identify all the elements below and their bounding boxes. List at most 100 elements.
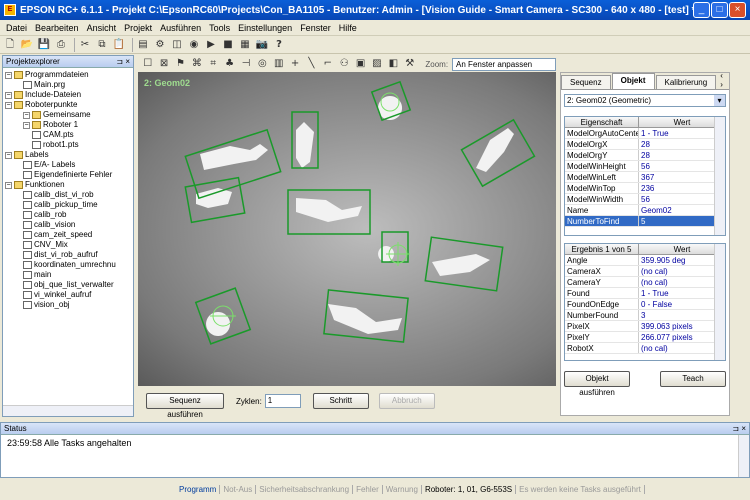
- grid-row[interactable]: CameraY (no cal): [565, 277, 725, 288]
- tree-item[interactable]: Eigendefinierte Fehler: [5, 170, 133, 180]
- blob-icon[interactable]: ♣: [223, 57, 236, 71]
- tree-item[interactable]: − Gemeinsame: [5, 110, 133, 120]
- tree-item[interactable]: obj_que_list_verwalter: [5, 280, 133, 290]
- grid-row[interactable]: ModelOrgX 28: [565, 139, 725, 150]
- explorer-hscrollbar[interactable]: [3, 405, 133, 416]
- tree-item[interactable]: − Labels: [5, 150, 133, 160]
- tree-item[interactable]: koordinaten_umrechnu: [5, 260, 133, 270]
- run-sequence-button[interactable]: Sequenz ausführen: [146, 393, 224, 419]
- tab-2[interactable]: Kalibrierung: [655, 75, 717, 89]
- grid-row[interactable]: CameraX (no cal): [565, 266, 725, 277]
- menu-bearbeiten[interactable]: Bearbeiten: [31, 23, 83, 33]
- open-folder-icon[interactable]: 📂: [20, 38, 34, 52]
- grid-row[interactable]: Found 1 - True: [565, 288, 725, 299]
- ocr-icon[interactable]: ⚇: [338, 57, 351, 71]
- camera-image-view[interactable]: 2: Geom02: [138, 72, 556, 386]
- paste-icon[interactable]: 📋: [112, 38, 126, 52]
- grid-row[interactable]: PixelX 399.063 pixels: [565, 321, 725, 332]
- tree-item[interactable]: E/A- Labels: [5, 160, 133, 170]
- tree-item[interactable]: CAM.pts: [5, 130, 133, 140]
- io-monitor-icon[interactable]: ◫: [170, 38, 184, 52]
- tree-item[interactable]: calib_vision: [5, 220, 133, 230]
- menu-tools[interactable]: Tools: [205, 23, 234, 33]
- geometric-icon[interactable]: ⌘: [190, 57, 203, 71]
- tree-item[interactable]: calib_rob: [5, 210, 133, 220]
- tree-item[interactable]: cam_zeit_speed: [5, 230, 133, 240]
- menu-datei[interactable]: Datei: [2, 23, 31, 33]
- teach-icon[interactable]: ⚒: [403, 57, 416, 71]
- result-scrollbar[interactable]: [714, 244, 725, 360]
- tree-item[interactable]: − Programmdateien: [5, 70, 133, 80]
- color-icon[interactable]: ▣: [354, 57, 367, 71]
- tree-item[interactable]: dist_vi_rob_aufruf: [5, 250, 133, 260]
- grid-row[interactable]: PixelY 266.077 pixels: [565, 332, 725, 343]
- run-icon[interactable]: ⚑: [174, 57, 187, 71]
- run-window-icon[interactable]: ▶: [204, 38, 218, 52]
- grid-row[interactable]: ModelOrgAutoCenter 1 - True: [565, 128, 725, 139]
- status-scrollbar[interactable]: [738, 435, 749, 477]
- tree-item[interactable]: calib_pickup_time: [5, 200, 133, 210]
- menu-einstellungen[interactable]: Einstellungen: [234, 23, 296, 33]
- collapse-icon[interactable]: −: [23, 121, 30, 129]
- chevron-down-icon[interactable]: ▾: [714, 95, 725, 106]
- tree-item[interactable]: main: [5, 270, 133, 280]
- close-button[interactable]: ×: [729, 2, 746, 18]
- maximize-button[interactable]: □: [711, 2, 728, 18]
- grid-row[interactable]: NumberFound 3: [565, 310, 725, 321]
- build-icon[interactable]: ▤: [136, 38, 150, 52]
- run-object-button[interactable]: Objekt ausführen: [564, 371, 630, 397]
- menu-hilfe[interactable]: Hilfe: [335, 23, 361, 33]
- collapse-icon[interactable]: −: [5, 151, 12, 159]
- frame-icon[interactable]: ⌐: [321, 57, 334, 71]
- pin-icon[interactable]: ⊐ ×: [116, 56, 133, 68]
- collapse-icon[interactable]: −: [5, 91, 12, 99]
- tree-item[interactable]: − Include-Dateien: [5, 90, 133, 100]
- cycles-input[interactable]: 1: [264, 394, 301, 408]
- status-close-icon[interactable]: ⊐ ×: [732, 423, 749, 435]
- cut-icon[interactable]: ✂: [78, 38, 92, 52]
- grid-row[interactable]: ModelWinHeight 56: [565, 161, 725, 172]
- histogram-icon[interactable]: ▨: [370, 57, 383, 71]
- print-icon[interactable]: ⎙: [54, 38, 68, 52]
- collapse-icon[interactable]: −: [23, 111, 30, 119]
- vision-icon[interactable]: ◉: [187, 38, 201, 52]
- property-scrollbar[interactable]: [714, 117, 725, 235]
- grid-row[interactable]: ModelOrgY 28: [565, 150, 725, 161]
- menu-ansicht[interactable]: Ansicht: [83, 23, 121, 33]
- line-icon[interactable]: ╲: [305, 57, 318, 71]
- menu-projekt[interactable]: Projekt: [120, 23, 156, 33]
- collapse-icon[interactable]: −: [5, 71, 12, 79]
- tree-item[interactable]: vision_obj: [5, 300, 133, 310]
- menu-fenster[interactable]: Fenster: [296, 23, 335, 33]
- grid-row[interactable]: ModelWinWidth 56: [565, 194, 725, 205]
- tab-scroll-icon[interactable]: ‹ ›: [717, 71, 729, 89]
- camera-icon[interactable]: 📷: [255, 38, 269, 52]
- tree-item[interactable]: − Roboterpunkte: [5, 100, 133, 110]
- menu-ausführen[interactable]: Ausführen: [156, 23, 205, 33]
- grid-row[interactable]: FoundOnEdge 0 - False: [565, 299, 725, 310]
- grid-row[interactable]: ModelWinTop 236: [565, 183, 725, 194]
- tree-item[interactable]: − Roboter 1: [5, 120, 133, 130]
- grid-row[interactable]: Name Geom02: [565, 205, 725, 216]
- tree-item[interactable]: − Funktionen: [5, 180, 133, 190]
- new-sequence-icon[interactable]: ☐: [141, 57, 154, 71]
- tree-item[interactable]: robot1.pts: [5, 140, 133, 150]
- collapse-icon[interactable]: −: [5, 181, 12, 189]
- tab-0[interactable]: Sequenz: [561, 75, 611, 89]
- tree-item[interactable]: Main.prg: [5, 80, 133, 90]
- grid-row[interactable]: Angle 359.905 deg: [565, 255, 725, 266]
- teach-button[interactable]: Teach: [660, 371, 726, 387]
- grid-row[interactable]: NumberToFind 5: [565, 216, 725, 227]
- polar-icon[interactable]: ◎: [256, 57, 269, 71]
- edge-icon[interactable]: ⊣: [239, 57, 252, 71]
- step-button[interactable]: Schritt: [312, 393, 369, 409]
- zoom-select[interactable]: An Fenster anpassen: [452, 57, 557, 71]
- grid-row[interactable]: RobotX (no cal): [565, 343, 725, 354]
- statistics-icon[interactable]: ◧: [387, 57, 400, 71]
- delete-icon[interactable]: ⊠: [157, 57, 170, 71]
- new-file-icon[interactable]: 🗋: [3, 38, 17, 52]
- help-icon[interactable]: ?: [272, 38, 286, 52]
- tree-item[interactable]: CNV_Mix: [5, 240, 133, 250]
- correlation-icon[interactable]: ⌗: [207, 57, 220, 71]
- tab-1[interactable]: Objekt: [611, 73, 655, 89]
